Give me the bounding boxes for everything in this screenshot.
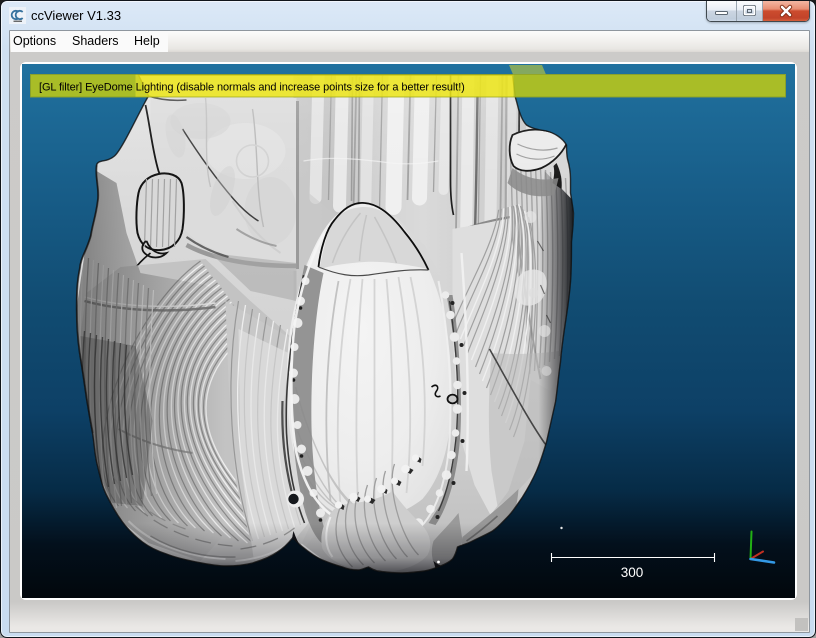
svg-text:300: 300 (621, 565, 644, 580)
svg-text:[GL filter] EyeDome Lighting (: [GL filter] EyeDome Lighting (disable no… (39, 82, 465, 94)
